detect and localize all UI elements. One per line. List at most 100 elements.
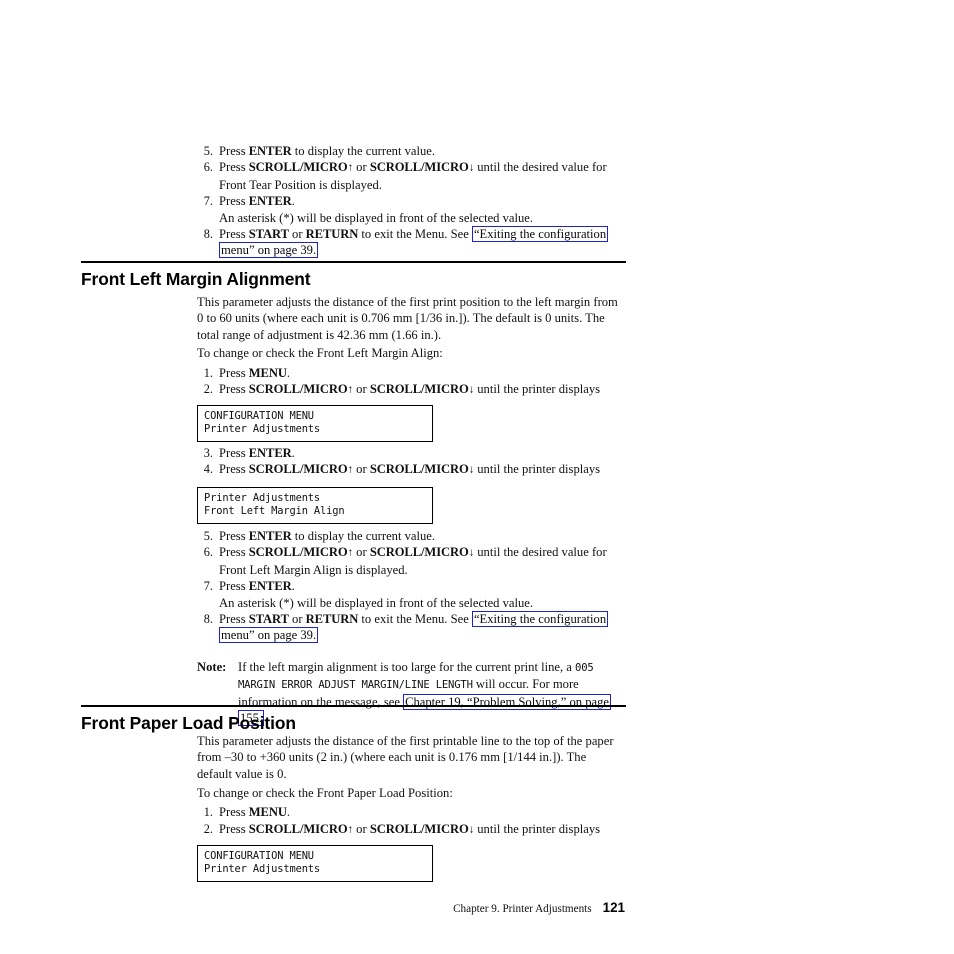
lcd-line-2: Printer Adjustments	[204, 863, 321, 876]
key-scroll-micro-down: SCROLL/MICRO	[369, 462, 469, 477]
page-title-front-paper-load: Front Paper Load Position	[81, 712, 296, 733]
key-enter: ENTER	[248, 579, 292, 594]
step-text-post: to display the current value.	[291, 144, 436, 158]
step-number: 1.	[203, 366, 213, 380]
section-front-left-margin-alignment: Front Left Margin Alignment	[81, 261, 626, 290]
footer-chapter-label: Chapter 9. Printer Adjustments	[453, 903, 592, 915]
step-text: Press ENTER.	[219, 579, 295, 593]
step-text: Press MENU.	[219, 805, 290, 819]
step-text: Press SCROLL/MICRO↑ or SCROLL/MICRO↓ unt…	[219, 462, 600, 476]
step-number: 2.	[203, 822, 213, 837]
list-item: 4. Press SCROLL/MICRO↑ or SCROLL/MICRO↓ …	[197, 461, 627, 478]
step-text-pre: Press	[219, 822, 249, 837]
step-text-mid: or	[288, 612, 306, 627]
step-text: Press ENTER to display the current value…	[219, 529, 435, 543]
key-scroll-micro-up: SCROLL/MICRO	[248, 462, 348, 477]
list-item: 2. Press SCROLL/MICRO↑ or SCROLL/MICRO↓ …	[197, 381, 627, 398]
step-number: 4.	[203, 462, 213, 477]
arrow-up-icon: ↑	[347, 161, 354, 174]
step-number: 6.	[203, 160, 213, 175]
key-scroll-micro-down: SCROLL/MICRO	[369, 822, 469, 837]
lead-in-paper: To change or check the Front Paper Load …	[197, 786, 453, 800]
list-item: 8. Press START or RETURN to exit the Men…	[197, 611, 627, 644]
step-number: 7.	[203, 194, 213, 209]
step-number: 1.	[203, 805, 213, 819]
step-text: Press ENTER to display the current value…	[219, 144, 435, 158]
step-text-pre: Press	[219, 194, 249, 209]
arrow-down-icon: ↓	[468, 161, 475, 174]
arrow-up-icon: ↑	[347, 463, 354, 476]
step-text-post: until the printer displays	[474, 822, 601, 837]
step-text-pre: Press	[219, 382, 249, 397]
key-scroll-micro-up: SCROLL/MICRO	[248, 822, 348, 837]
step-number: 6.	[203, 545, 213, 560]
step-text-mid: or	[288, 227, 306, 242]
arrow-down-icon: ↓	[468, 823, 475, 836]
step-text-post: .	[291, 579, 295, 594]
step-subtext: An asterisk (*) will be displayed in fro…	[219, 210, 534, 225]
key-scroll-micro-down: SCROLL/MICRO	[369, 160, 469, 175]
step-text-pre: Press	[219, 545, 249, 560]
list-item: 1. Press MENU.	[197, 804, 627, 820]
arrow-up-icon: ↑	[347, 383, 354, 396]
margin-steps-3: 5. Press ENTER to display the current va…	[197, 528, 627, 644]
step-number: 5.	[203, 144, 213, 158]
step-text-pre: Press	[219, 529, 249, 543]
key-enter: ENTER	[248, 446, 292, 460]
step-text-mid: or	[353, 382, 370, 397]
document-page: 5. Press ENTER to display the current va…	[0, 0, 954, 954]
step-text-pre: Press	[219, 144, 249, 158]
key-scroll-micro-up: SCROLL/MICRO	[248, 382, 348, 397]
intro-paragraph-paper: This parameter adjusts the distance of t…	[197, 734, 614, 781]
step-number: 5.	[203, 529, 213, 543]
margin-steps-1: 1. Press MENU. 2. Press SCROLL/MICRO↑ or…	[197, 365, 627, 399]
step-text-mid2: to exit the Menu. See	[358, 612, 472, 627]
step-number: 2.	[203, 382, 213, 397]
step-text-post: .	[291, 194, 295, 209]
step-text-mid: or	[353, 545, 370, 560]
lcd-line-1: Printer Adjustments	[204, 492, 321, 504]
arrow-down-icon: ↓	[468, 383, 475, 396]
step-text-pre: Press	[219, 446, 249, 460]
step-text-pre: Press	[219, 366, 249, 380]
key-menu: MENU	[248, 805, 287, 819]
key-start: START	[248, 227, 289, 242]
step-text-pre: Press	[219, 805, 249, 819]
step-text-post: until the printer displays	[474, 462, 601, 477]
list-item: 1. Press MENU.	[197, 365, 627, 381]
margin-steps-2: 3. Press ENTER. 4. Press SCROLL/MICRO↑ o…	[197, 445, 627, 479]
step-text-mid: or	[353, 462, 370, 477]
step-text: Press SCROLL/MICRO↑ or SCROLL/MICRO↓ unt…	[219, 822, 600, 836]
lcd-display-configuration-menu-2: CONFIGURATION MENU Printer Adjustments	[197, 845, 433, 883]
step-text-post: .	[286, 366, 290, 380]
step-text-post: until the printer displays	[474, 382, 601, 397]
step-subtext: An asterisk (*) will be displayed in fro…	[219, 595, 534, 610]
section-rule	[81, 705, 626, 707]
step-text: Press ENTER.	[219, 194, 295, 208]
key-scroll-micro-down: SCROLL/MICRO	[369, 545, 469, 560]
lcd-display-front-left-margin-align: Printer Adjustments Front Left Margin Al…	[197, 487, 433, 525]
step-text: Press SCROLL/MICRO↑ or SCROLL/MICRO↓ unt…	[219, 160, 607, 191]
key-return: RETURN	[305, 612, 359, 627]
key-menu: MENU	[248, 366, 287, 380]
step-text: Press START or RETURN to exit the Menu. …	[219, 611, 609, 644]
step-number: 8.	[203, 612, 213, 627]
list-item: 5. Press ENTER to display the current va…	[197, 528, 627, 544]
list-item: 7. Press ENTER. An asterisk (*) will be …	[197, 193, 627, 226]
step-text-mid: or	[353, 160, 370, 175]
lcd-display-configuration-menu-1: CONFIGURATION MENU Printer Adjustments	[197, 405, 433, 443]
list-item: 8. Press START or RETURN to exit the Men…	[197, 226, 627, 259]
paper-steps-1: 1. Press MENU. 2. Press SCROLL/MICRO↑ or…	[197, 804, 627, 839]
arrow-down-icon: ↓	[468, 463, 475, 476]
page-title-front-left-margin: Front Left Margin Alignment	[81, 268, 311, 289]
lcd-line-2: Front Left Margin Align	[204, 505, 345, 518]
step-text: Press MENU.	[219, 366, 290, 380]
step-text-pre: Press	[219, 160, 249, 175]
top-steps-list: 5. Press ENTER to display the current va…	[197, 143, 627, 259]
step-text-post: to display the current value.	[291, 529, 436, 543]
step-text-pre: Press	[219, 612, 249, 627]
step-text-mid2: to exit the Menu. See	[358, 227, 472, 242]
section-front-paper-load-position: Front Paper Load Position	[81, 705, 626, 734]
footer-page-number: 121	[602, 900, 625, 915]
lcd-line-1: CONFIGURATION MENU	[204, 850, 314, 862]
